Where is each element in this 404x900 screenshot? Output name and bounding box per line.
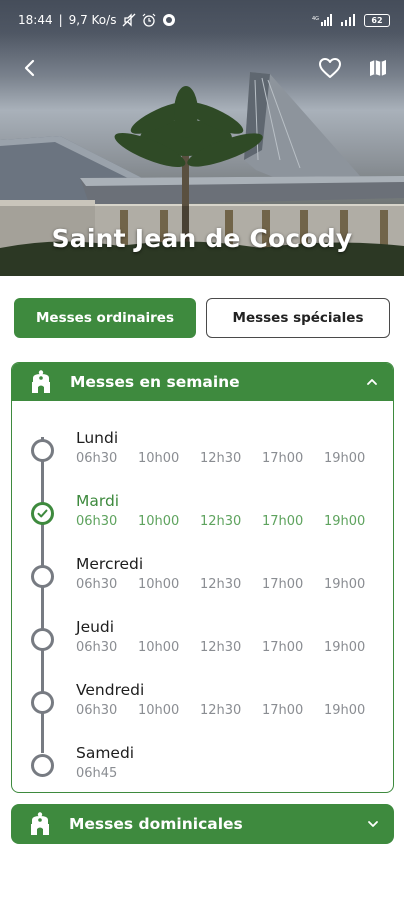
day-name: Jeudi — [76, 618, 115, 636]
day-row-vendredi[interactable]: Vendredi 06h30 10h00 12h30 17h00 19h00 — [12, 675, 393, 725]
day-row-lundi[interactable]: Lundi 06h30 10h00 12h30 17h00 19h00 — [12, 423, 393, 473]
day-name: Samedi — [76, 744, 135, 762]
status-speed: 9,7 Ko/s — [68, 13, 117, 27]
day-row-mardi[interactable]: Mardi 06h30 10h00 12h30 17h00 19h00 — [12, 486, 393, 536]
church-bell-icon — [32, 370, 50, 393]
mass-time: 17h00 — [262, 514, 304, 529]
sunday-masses-title: Messes dominicales — [69, 815, 243, 833]
weekday-masses-header[interactable]: Messes en semaine — [12, 363, 393, 401]
status-separator: | — [58, 13, 63, 27]
mass-time: 12h30 — [200, 577, 242, 592]
top-app-bar — [0, 44, 404, 92]
mass-time: 19h00 — [324, 703, 366, 718]
mass-time: 12h30 — [200, 451, 242, 466]
timeline-dot-checked — [31, 502, 54, 525]
battery-icon: 62 — [364, 13, 390, 27]
map-button[interactable] — [362, 52, 394, 84]
mass-time: 10h00 — [138, 703, 180, 718]
mass-time: 12h30 — [200, 514, 242, 529]
mass-time: 17h00 — [262, 640, 304, 655]
mass-time: 06h30 — [76, 703, 118, 718]
timeline-dot — [31, 628, 54, 651]
signal-icon: 4G — [312, 14, 332, 26]
church-bell-icon — [31, 812, 49, 835]
day-name: Lundi — [76, 429, 119, 447]
mass-time: 10h00 — [138, 514, 180, 529]
mass-time: 12h30 — [200, 703, 242, 718]
timeline-dot — [31, 754, 54, 777]
day-row-jeudi[interactable]: Jeudi 06h30 10h00 12h30 17h00 19h00 — [12, 612, 393, 662]
svg-text:4G: 4G — [312, 16, 319, 22]
alarm-icon — [143, 13, 156, 27]
tab-messes-ordinaires[interactable]: Messes ordinaires — [14, 298, 196, 338]
mass-times: 06h30 10h00 12h30 17h00 19h00 — [76, 451, 386, 466]
mass-time: 06h30 — [76, 451, 118, 466]
mass-times: 06h30 10h00 12h30 17h00 19h00 — [76, 577, 386, 592]
day-row-mercredi[interactable]: Mercredi 06h30 10h00 12h30 17h00 19h00 — [12, 549, 393, 599]
weekday-timeline: Lundi 06h30 10h00 12h30 17h00 19h00 Mard… — [12, 401, 393, 792]
notification-app-icon — [163, 14, 176, 26]
mass-type-tabs: Messes ordinaires Messes spéciales — [14, 298, 390, 338]
heart-outline-icon — [319, 58, 341, 78]
favorite-button[interactable] — [314, 52, 346, 84]
day-row-samedi[interactable]: Samedi 06h45 — [12, 738, 393, 788]
timeline-dot — [31, 439, 54, 462]
mass-time: 06h30 — [76, 577, 118, 592]
mass-times: 06h30 10h00 12h30 17h00 19h00 — [76, 514, 386, 529]
mass-time: 10h00 — [138, 577, 180, 592]
mass-times: 06h30 10h00 12h30 17h00 19h00 — [76, 640, 386, 655]
sunday-masses-section: Messes dominicales — [11, 804, 394, 844]
battery-level: 62 — [371, 15, 383, 25]
status-bar: 18:44 | 9,7 Ko/s 4G 62 — [0, 0, 404, 40]
mass-time: 17h00 — [262, 703, 304, 718]
back-arrow-icon — [24, 59, 35, 77]
chevron-up-icon[interactable] — [365, 375, 379, 389]
sunday-masses-header[interactable]: Messes dominicales — [11, 804, 394, 844]
page-title: Saint Jean de Cocody — [51, 224, 353, 253]
timeline-dot — [31, 565, 54, 588]
mass-time: 06h30 — [76, 640, 118, 655]
mass-time: 19h00 — [324, 577, 366, 592]
tab-messes-speciales[interactable]: Messes spéciales — [206, 298, 390, 338]
mass-time: 12h30 — [200, 640, 242, 655]
mass-time: 06h45 — [76, 766, 118, 781]
weekday-masses-title: Messes en semaine — [70, 373, 240, 391]
mute-icon — [122, 13, 136, 27]
hero-image: 18:44 | 9,7 Ko/s 4G 62 Saint Jean de Coc… — [0, 0, 404, 276]
weekday-masses-section: Messes en semaine Lundi 06h30 10h00 12h3… — [11, 362, 394, 793]
back-button[interactable] — [14, 52, 46, 84]
mass-times: 06h45 — [76, 766, 138, 781]
day-name: Mardi — [76, 492, 120, 510]
mass-time: 19h00 — [324, 451, 366, 466]
chevron-down-icon[interactable] — [366, 817, 380, 831]
timeline-dot — [31, 691, 54, 714]
mass-time: 10h00 — [138, 451, 180, 466]
mass-time: 19h00 — [324, 514, 366, 529]
check-icon — [37, 509, 48, 518]
day-name: Vendredi — [76, 681, 145, 699]
mass-times: 06h30 10h00 12h30 17h00 19h00 — [76, 703, 386, 718]
mass-time: 17h00 — [262, 451, 304, 466]
map-icon — [370, 60, 386, 76]
status-time: 18:44 — [18, 13, 53, 27]
day-name: Mercredi — [76, 555, 144, 573]
mass-time: 19h00 — [324, 640, 366, 655]
signal-icon-2 — [341, 14, 355, 26]
mass-time: 10h00 — [138, 640, 180, 655]
mass-time: 06h30 — [76, 514, 118, 529]
mass-time: 17h00 — [262, 577, 304, 592]
